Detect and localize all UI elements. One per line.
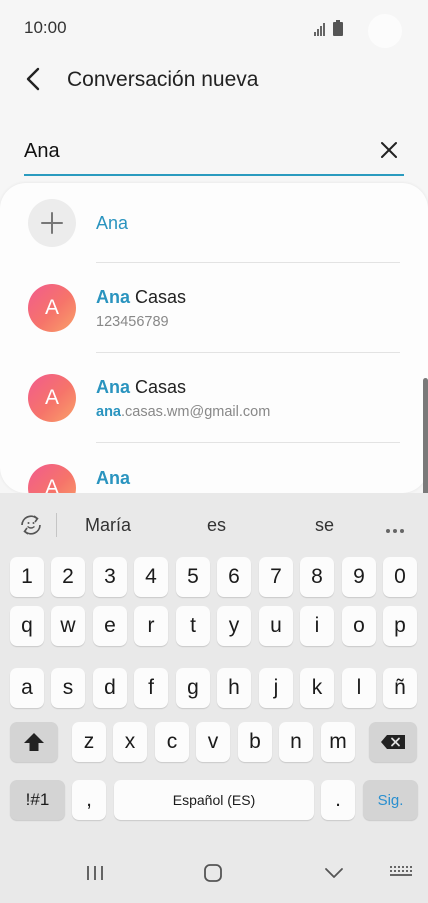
- status-bar: 10:00: [0, 0, 428, 56]
- shift-arrow-icon: [24, 733, 44, 751]
- status-time: 10:00: [24, 18, 67, 37]
- more-dots-icon: [386, 529, 404, 533]
- hide-keyboard-button[interactable]: [323, 863, 345, 883]
- home-button[interactable]: [202, 862, 224, 884]
- key[interactable]: o: [342, 606, 376, 646]
- key[interactable]: i: [300, 606, 334, 646]
- key[interactable]: 4: [134, 557, 168, 597]
- key[interactable]: c: [155, 722, 189, 762]
- keyboard: María es se 1 2 3 4 5 6 7 8 9 0 q w e r …: [0, 493, 428, 903]
- key[interactable]: 3: [93, 557, 127, 597]
- avatar: A: [28, 374, 76, 422]
- recipient-field: [24, 130, 404, 176]
- key[interactable]: p: [383, 606, 417, 646]
- contact-number: 123456789: [96, 314, 169, 330]
- space-key[interactable]: Español (ES): [114, 780, 314, 820]
- key[interactable]: 9: [342, 557, 376, 597]
- contact-row[interactable]: A Ana Casas 123456789: [0, 263, 428, 351]
- add-recipient-label: Ana: [96, 213, 129, 233]
- key[interactable]: 6: [217, 557, 251, 597]
- add-icon-circle: [28, 199, 76, 247]
- battery-icon: [333, 20, 343, 36]
- back-button[interactable]: [18, 64, 48, 94]
- key[interactable]: x: [113, 722, 147, 762]
- shift-key[interactable]: [10, 722, 58, 762]
- key[interactable]: a: [10, 668, 44, 708]
- key[interactable]: n: [279, 722, 313, 762]
- key[interactable]: w: [51, 606, 85, 646]
- key[interactable]: b: [238, 722, 272, 762]
- recents-icon: [87, 866, 103, 880]
- key[interactable]: v: [196, 722, 230, 762]
- key[interactable]: 5: [176, 557, 210, 597]
- key[interactable]: 7: [259, 557, 293, 597]
- avatar: A: [28, 284, 76, 332]
- key[interactable]: 0: [383, 557, 417, 597]
- key[interactable]: y: [217, 606, 251, 646]
- key[interactable]: 1: [10, 557, 44, 597]
- backspace-key[interactable]: [369, 722, 417, 762]
- key[interactable]: z: [72, 722, 106, 762]
- contact-name: Ana Casas: [96, 287, 187, 307]
- toolbar-divider: [56, 513, 57, 537]
- key[interactable]: g: [176, 668, 210, 708]
- contact-email: ana.casas.wm@gmail.com: [96, 404, 271, 420]
- add-recipient-row[interactable]: Ana: [0, 183, 428, 271]
- navigation-bar: [0, 843, 428, 903]
- key[interactable]: d: [93, 668, 127, 708]
- home-icon: [204, 864, 222, 882]
- camera-cutout: [368, 14, 402, 48]
- recipient-input[interactable]: [24, 136, 354, 166]
- keyboard-toolbar: María es se: [0, 493, 428, 555]
- key[interactable]: 8: [300, 557, 334, 597]
- key[interactable]: r: [134, 606, 168, 646]
- key[interactable]: s: [51, 668, 85, 708]
- key[interactable]: h: [217, 668, 251, 708]
- word-suggestion[interactable]: se: [315, 515, 334, 536]
- back-arrow-icon: [26, 67, 40, 91]
- plus-icon: [41, 212, 63, 234]
- close-icon: [381, 142, 397, 158]
- key[interactable]: m: [321, 722, 355, 762]
- word-suggestion[interactable]: es: [207, 515, 226, 536]
- key[interactable]: u: [259, 606, 293, 646]
- contact-row[interactable]: A Ana Casas ana.casas.wm@gmail.com: [0, 353, 428, 441]
- symbols-key[interactable]: !#1: [10, 780, 65, 820]
- key[interactable]: ñ: [383, 668, 417, 708]
- key[interactable]: q: [10, 606, 44, 646]
- word-suggestion[interactable]: María: [85, 515, 131, 536]
- contact-name: Ana: [96, 468, 131, 488]
- key[interactable]: k: [300, 668, 334, 708]
- key[interactable]: j: [259, 668, 293, 708]
- more-button[interactable]: [385, 521, 405, 539]
- status-icons: [314, 18, 343, 36]
- keyboard-switch-button[interactable]: [388, 864, 414, 882]
- period-key[interactable]: .: [321, 780, 355, 820]
- next-key[interactable]: Sig.: [363, 780, 418, 820]
- key[interactable]: 2: [51, 557, 85, 597]
- recents-button[interactable]: [84, 862, 106, 884]
- clear-button[interactable]: [376, 137, 402, 163]
- emoji-refresh-icon: [21, 515, 41, 535]
- emoji-button[interactable]: [18, 512, 44, 543]
- keyboard-icon: [390, 866, 412, 876]
- key[interactable]: f: [134, 668, 168, 708]
- contact-row[interactable]: A Ana: [0, 443, 428, 493]
- chevron-down-icon: [325, 868, 343, 878]
- contact-name: Ana Casas: [96, 377, 187, 397]
- key[interactable]: t: [176, 606, 210, 646]
- page-title: Conversación nueva: [67, 68, 259, 91]
- signal-icon: [314, 23, 325, 36]
- avatar: A: [28, 464, 76, 493]
- app-header: Conversación nueva: [0, 56, 428, 106]
- key[interactable]: l: [342, 668, 376, 708]
- backspace-icon: [381, 735, 405, 749]
- contact-suggestions: Ana A Ana Casas 123456789 A Ana Casas an…: [0, 183, 428, 493]
- comma-key[interactable]: ,: [72, 780, 106, 820]
- key[interactable]: e: [93, 606, 127, 646]
